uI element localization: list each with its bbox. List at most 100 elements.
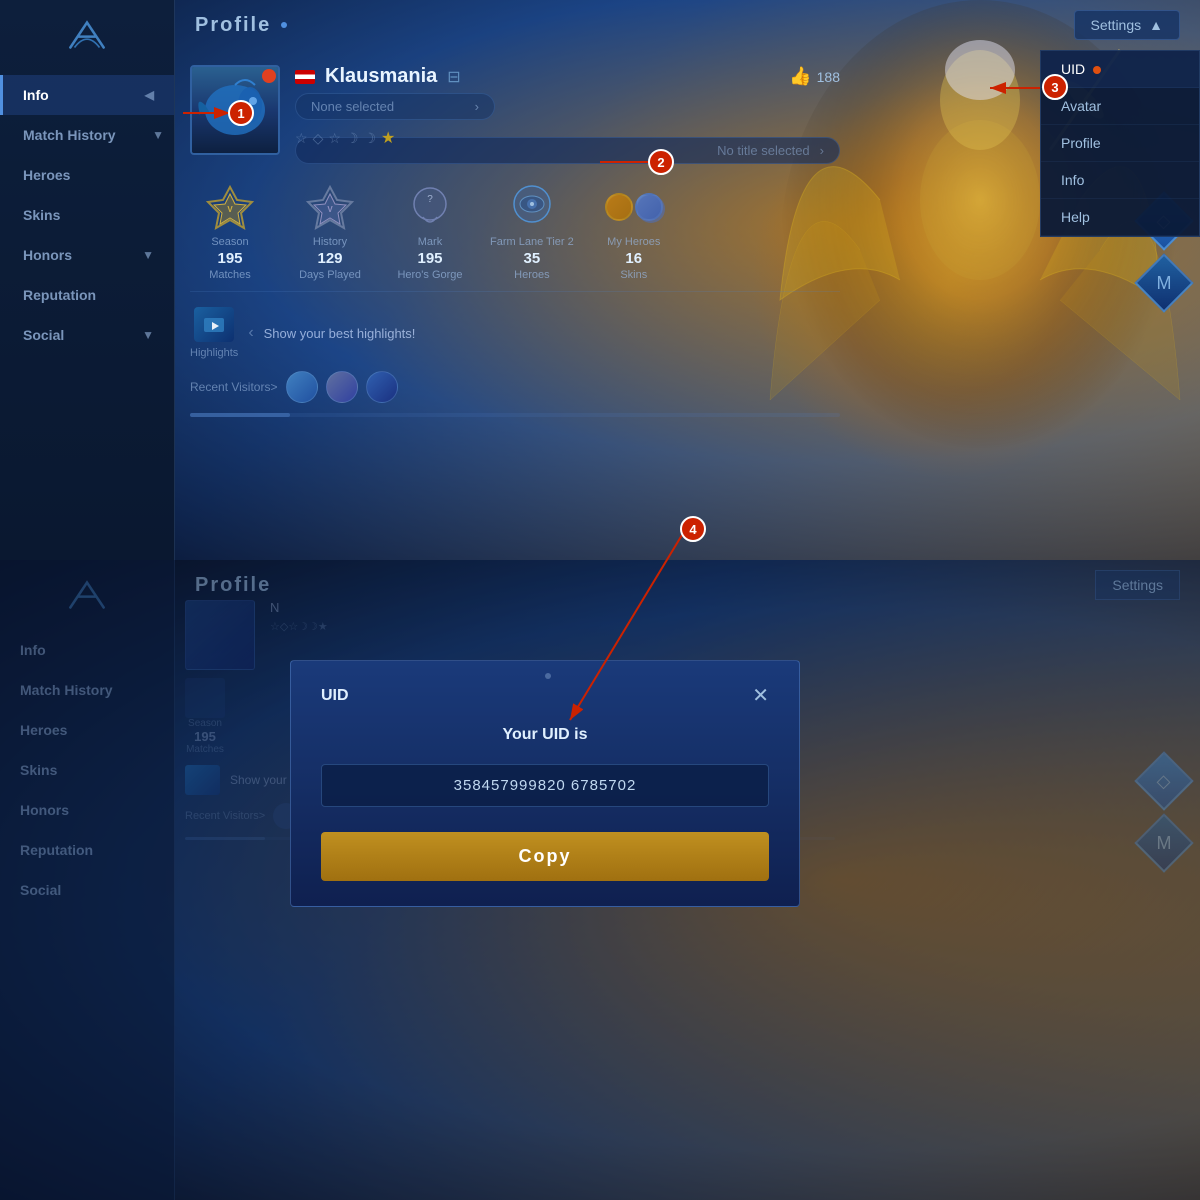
farm-lane-sub: Heroes <box>514 269 549 281</box>
sidebar-item-skins-label: Skins <box>23 207 60 223</box>
modal-header: UID ✕ <box>321 686 769 706</box>
visitor-3 <box>366 371 398 403</box>
sidebar-item-heroes[interactable]: Heroes <box>0 155 174 195</box>
sidebar-item-social[interactable]: Social ▼ <box>0 315 174 355</box>
highlights-row: Highlights ‹ Show your best highlights! <box>190 307 840 359</box>
annotation-2-label: 2 <box>657 155 664 170</box>
match-history-arrow: ▼ <box>152 128 164 142</box>
highlight-arrow-icon: ‹ <box>248 324 253 342</box>
honors-arrow: ▼ <box>142 248 154 262</box>
farm-lane-value: 35 <box>524 250 541 267</box>
dropdown-info-label: Info <box>1061 172 1084 188</box>
dropdown-profile-label: Profile <box>1061 135 1101 151</box>
settings-button[interactable]: Settings ▲ <box>1074 10 1180 40</box>
stat-my-heroes[interactable]: My Heroes 16 Skins <box>594 179 674 281</box>
dropdown-item-profile[interactable]: Profile <box>1041 125 1199 162</box>
season-icon: V <box>203 179 258 234</box>
mark-icon: ? <box>403 179 458 234</box>
player-name-row: Klausmania ⊟ 👍 188 <box>295 65 840 88</box>
title-text: No title selected <box>717 143 810 158</box>
dropdown-uid-label: UID <box>1061 61 1085 77</box>
mark-value: 195 <box>417 250 442 267</box>
info-arrow: ◀ <box>145 88 154 102</box>
edit-icon[interactable]: ⊟ <box>447 67 460 87</box>
annotation-1-label: 1 <box>237 106 244 121</box>
social-arrow: ▼ <box>142 328 154 342</box>
modal-subtitle: Your UID is <box>321 726 769 744</box>
moon-2: ☽ <box>363 130 376 147</box>
logo-icon <box>62 15 112 55</box>
sidebar-item-info-label: Info <box>23 87 49 103</box>
player-card: Klausmania ⊟ 👍 188 None selected › ☆ ◇ ☆… <box>190 65 840 155</box>
header-top: Profile Settings ▲ <box>175 0 1200 50</box>
badge-icon-2: M <box>1157 273 1172 294</box>
copy-button[interactable]: Copy <box>321 832 769 881</box>
role-text: None selected <box>311 99 394 114</box>
sidebar-item-honors[interactable]: Honors ▼ <box>0 235 174 275</box>
svg-text:?: ? <box>427 194 433 205</box>
stat-mark[interactable]: ? Mark 195 Hero's Gorge <box>390 179 470 281</box>
dropdown-item-info[interactable]: Info <box>1041 162 1199 199</box>
history-label: History <box>313 236 347 248</box>
role-chevron-icon: › <box>475 99 479 114</box>
svg-text:V: V <box>227 205 233 214</box>
highlights-icon[interactable] <box>194 307 234 342</box>
season-value: 195 <box>217 250 242 267</box>
star-2: ☆ <box>328 130 341 147</box>
dropdown-item-help[interactable]: Help <box>1041 199 1199 236</box>
star-filled: ★ <box>381 128 395 148</box>
my-heroes-label: My Heroes <box>607 236 660 248</box>
player-name: Klausmania <box>325 65 437 88</box>
settings-chevron-icon: ▲ <box>1149 17 1163 33</box>
sidebar-item-match-history[interactable]: Match History ▼ <box>0 115 174 155</box>
title-chevron-icon: › <box>820 143 824 158</box>
profile-content: Klausmania ⊟ 👍 188 None selected › ☆ ◇ ☆… <box>175 50 855 560</box>
sidebar-item-reputation-label: Reputation <box>23 287 96 303</box>
diamond-badge-2[interactable]: M <box>1134 253 1193 312</box>
farm-lane-icon <box>504 179 559 234</box>
like-number: 188 <box>817 69 840 85</box>
season-sub: Matches <box>209 269 251 281</box>
my-heroes-sub: Skins <box>620 269 647 281</box>
dropdown-avatar-label: Avatar <box>1061 98 1101 114</box>
sidebar-item-heroes-label: Heroes <box>23 167 70 183</box>
role-selector[interactable]: None selected › <box>295 93 495 120</box>
page-title: Profile <box>195 14 271 37</box>
annotation-2: 2 <box>648 149 674 175</box>
history-icon: V <box>303 179 358 234</box>
sidebar-item-reputation[interactable]: Reputation <box>0 275 174 315</box>
uid-display: 358457999820 6785702 <box>321 764 769 807</box>
visitor-1 <box>286 371 318 403</box>
visitor-2 <box>326 371 358 403</box>
sidebar-item-info[interactable]: Info ◀ <box>0 75 174 115</box>
uid-dot <box>1093 66 1101 74</box>
sidebar-item-skins[interactable]: Skins <box>0 195 174 235</box>
history-value: 129 <box>317 250 342 267</box>
scrollbar[interactable] <box>190 413 840 417</box>
settings-label: Settings <box>1091 17 1142 33</box>
my-heroes-icon <box>606 179 661 234</box>
history-sub: Days Played <box>299 269 361 281</box>
like-count: 👍 188 <box>789 66 840 87</box>
annotation-1: 1 <box>228 100 254 126</box>
avatar-badge <box>262 69 276 83</box>
annotation-4-label: 4 <box>689 522 696 537</box>
moon-1: ☽ <box>346 130 359 147</box>
modal-overlay: UID ✕ Your UID is 358457999820 6785702 C… <box>0 560 1200 1200</box>
farm-lane-label: Farm Lane Tier 2 <box>490 236 574 248</box>
star-1: ☆ <box>295 130 308 147</box>
country-flag <box>295 70 315 84</box>
annotation-3-label: 3 <box>1051 80 1058 95</box>
annotation-4: 4 <box>680 516 706 542</box>
top-section: ◇ M Info ◀ Match History ▼ <box>0 0 1200 560</box>
stat-season[interactable]: V Season 195 Matches <box>190 179 270 281</box>
season-label: Season <box>211 236 248 248</box>
my-heroes-value: 16 <box>625 250 642 267</box>
stat-farm-lane[interactable]: Farm Lane Tier 2 35 Heroes <box>490 179 574 281</box>
modal-close-button[interactable]: ✕ <box>752 686 769 706</box>
stat-history[interactable]: V History 129 Days Played <box>290 179 370 281</box>
sidebar-item-social-label: Social <box>23 327 64 343</box>
sidebar-top: Info ◀ Match History ▼ Heroes Skins Hono… <box>0 0 175 560</box>
visitors-label: Recent Visitors> <box>190 380 278 394</box>
header-dot <box>281 22 287 28</box>
